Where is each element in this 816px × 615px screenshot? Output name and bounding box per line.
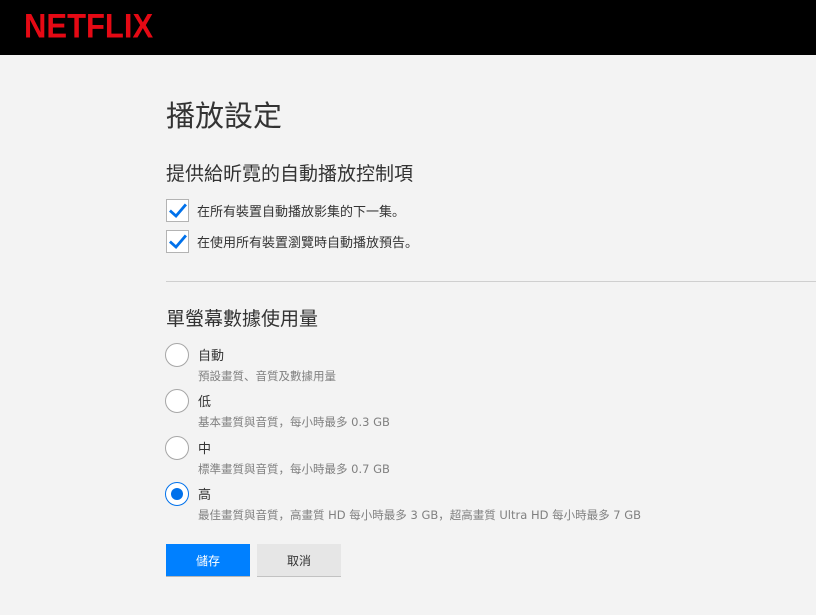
radio-high-label: 高 <box>198 488 212 503</box>
save-button[interactable]: 儲存 <box>166 544 250 576</box>
radio-auto-description: 預設畫質、音質及數據用量 <box>198 369 336 383</box>
section-divider <box>166 281 816 282</box>
autoplay-next-episode-checkbox[interactable] <box>166 198 189 222</box>
autoplay-previews-label: 在使用所有裝置瀏覽時自動播放預告。 <box>197 235 419 251</box>
check-icon <box>169 203 187 218</box>
radio-medium-label: 中 <box>198 442 212 457</box>
autoplay-section-heading: 提供給昕霓的自動播放控制項 <box>166 163 414 185</box>
radio-medium[interactable] <box>165 436 189 460</box>
radio-low-description: 基本畫質與音質，每小時最多 0.3 GB <box>198 415 390 429</box>
netflix-logo[interactable]: NETFLIX <box>24 6 153 46</box>
radio-medium-description: 標準畫質與音質，每小時最多 0.7 GB <box>198 462 390 476</box>
autoplay-next-episode-label: 在所有裝置自動播放影集的下一集。 <box>197 204 406 220</box>
radio-high[interactable] <box>165 482 189 506</box>
page-title: 播放設定 <box>166 99 283 133</box>
check-icon <box>169 234 187 249</box>
radio-auto-label: 自動 <box>198 349 225 364</box>
radio-low-label: 低 <box>198 395 212 410</box>
top-bar: NETFLIX <box>0 0 816 55</box>
autoplay-previews-checkbox[interactable] <box>166 229 189 253</box>
autoplay-previews-option[interactable]: 在使用所有裝置瀏覽時自動播放預告。 <box>166 229 418 253</box>
data-usage-section-heading: 單螢幕數據使用量 <box>166 308 319 330</box>
radio-low[interactable] <box>165 389 189 413</box>
radio-high-description: 最佳畫質與音質，高畫質 HD 每小時最多 3 GB，超高畫質 Ultra HD … <box>198 508 642 522</box>
autoplay-next-episode-option[interactable]: 在所有裝置自動播放影集的下一集。 <box>166 198 405 222</box>
radio-auto[interactable] <box>165 343 189 367</box>
cancel-button[interactable]: 取消 <box>257 544 341 576</box>
radio-selected-dot <box>171 488 183 500</box>
